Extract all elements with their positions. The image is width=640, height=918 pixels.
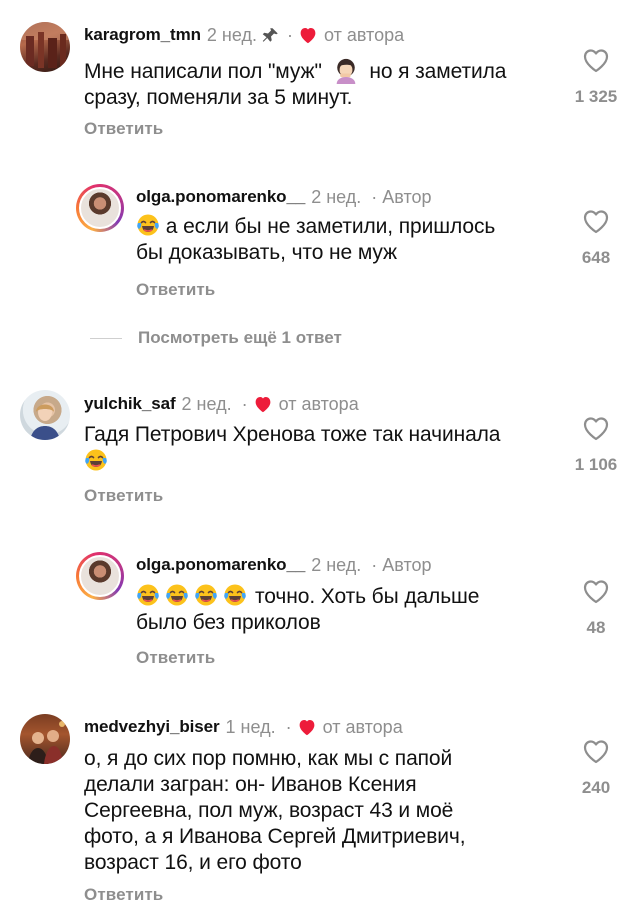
username[interactable]: olga.ponomarenko__ xyxy=(136,555,305,575)
comment-text: Мне написали пол "муж" но я заметила сра… xyxy=(84,56,564,111)
username[interactable]: yulchik_saf xyxy=(84,394,176,414)
like-control: 1 106 xyxy=(566,415,626,475)
comment-text: Гадя Петрович Хренова тоже так начинала xyxy=(84,422,564,474)
timestamp: 2 нед. xyxy=(311,186,362,207)
comment-meta: olga.ponomarenko__ 2 нед. · Автор xyxy=(136,554,432,575)
author-badge: Автор xyxy=(382,554,432,575)
reply-button[interactable]: Ответить xyxy=(136,280,215,300)
reply-button[interactable]: Ответить xyxy=(84,119,163,139)
avatar[interactable] xyxy=(76,184,124,232)
view-more-replies-button[interactable]: Посмотреть ещё 1 ответ xyxy=(90,328,342,348)
divider xyxy=(90,337,122,339)
reply-button[interactable]: Ответить xyxy=(84,486,163,506)
red-heart-icon xyxy=(255,397,270,413)
like-control: 1 325 xyxy=(566,47,626,107)
username[interactable]: medvezhyi_biser xyxy=(84,717,220,737)
avatar[interactable] xyxy=(20,22,70,72)
comment-medvezhyi: medvezhyi_biser 1 нед. · от автора о, я … xyxy=(0,700,640,918)
timestamp: 1 нед. xyxy=(225,716,276,737)
avatar[interactable] xyxy=(76,552,124,600)
comment-text: а если бы не заметили, пришлось бы доказ… xyxy=(136,214,496,264)
tears-of-joy-emoji xyxy=(224,584,246,606)
avatar[interactable] xyxy=(20,714,70,764)
like-control: 648 xyxy=(566,208,626,268)
reply-olga-2: olga.ponomarenko__ 2 нед. · Автор точно.… xyxy=(0,548,640,678)
tears-of-joy-emoji xyxy=(137,584,159,606)
tears-of-joy-emoji xyxy=(85,449,107,471)
comment-meta: medvezhyi_biser 1 нед. · от автора xyxy=(84,716,403,737)
like-control: 48 xyxy=(566,578,626,638)
username[interactable]: olga.ponomarenko__ xyxy=(136,187,305,207)
username[interactable]: karagrom_tmn xyxy=(84,25,201,45)
comment-yulchik: yulchik_saf 2 нед. · от автора Гадя Петр… xyxy=(0,370,640,520)
timestamp: 2 нед. xyxy=(206,24,257,45)
like-control: 240 xyxy=(566,738,626,798)
comment-text: точно. Хоть бы дальше было без приколов xyxy=(136,584,480,634)
like-count: 48 xyxy=(586,618,606,637)
like-count: 1 325 xyxy=(574,87,618,106)
tears-of-joy-emoji xyxy=(195,584,217,606)
tears-of-joy-emoji xyxy=(166,584,188,606)
comment-karagrom: karagrom_tmn 2 нед. · от автора Мне напи… xyxy=(0,0,640,150)
reply-button[interactable]: Ответить xyxy=(84,885,163,905)
red-heart-icon xyxy=(299,720,314,736)
heart-outline-icon[interactable] xyxy=(582,208,610,234)
timestamp: 2 нед. xyxy=(311,554,362,575)
like-count: 1 106 xyxy=(574,455,618,474)
heart-outline-icon[interactable] xyxy=(582,415,610,441)
avatar[interactable] xyxy=(20,390,70,440)
comment-text: о, я до сих пор помню, как мы с папой де… xyxy=(84,747,466,874)
author-like-label: от автора xyxy=(323,24,405,45)
comment-meta: yulchik_saf 2 нед. · от автора xyxy=(84,393,359,414)
like-count: 240 xyxy=(581,778,611,797)
author-like-label: от автора xyxy=(278,393,359,414)
red-heart-icon xyxy=(300,28,316,44)
tears-of-joy-emoji xyxy=(137,214,159,236)
comments-screen: karagrom_tmn 2 нед. · от автора Мне напи… xyxy=(0,0,640,918)
author-badge: Автор xyxy=(382,186,432,207)
heart-outline-icon[interactable] xyxy=(582,738,610,764)
heart-outline-icon[interactable] xyxy=(582,578,610,604)
timestamp: 2 нед. xyxy=(181,393,232,414)
like-count: 648 xyxy=(581,248,611,267)
woman-facepalming-emoji xyxy=(336,58,355,84)
reply-button[interactable]: Ответить xyxy=(136,648,215,668)
comment-meta: karagrom_tmn 2 нед. · от автора xyxy=(84,24,405,45)
comment-meta: olga.ponomarenko__ 2 нед. · Автор xyxy=(136,186,432,207)
reply-olga-1: olga.ponomarenko__ 2 нед. · Автор а если… xyxy=(0,180,640,310)
pin-icon xyxy=(262,28,278,42)
author-like-label: от автора xyxy=(322,716,403,737)
heart-outline-icon[interactable] xyxy=(582,47,610,73)
